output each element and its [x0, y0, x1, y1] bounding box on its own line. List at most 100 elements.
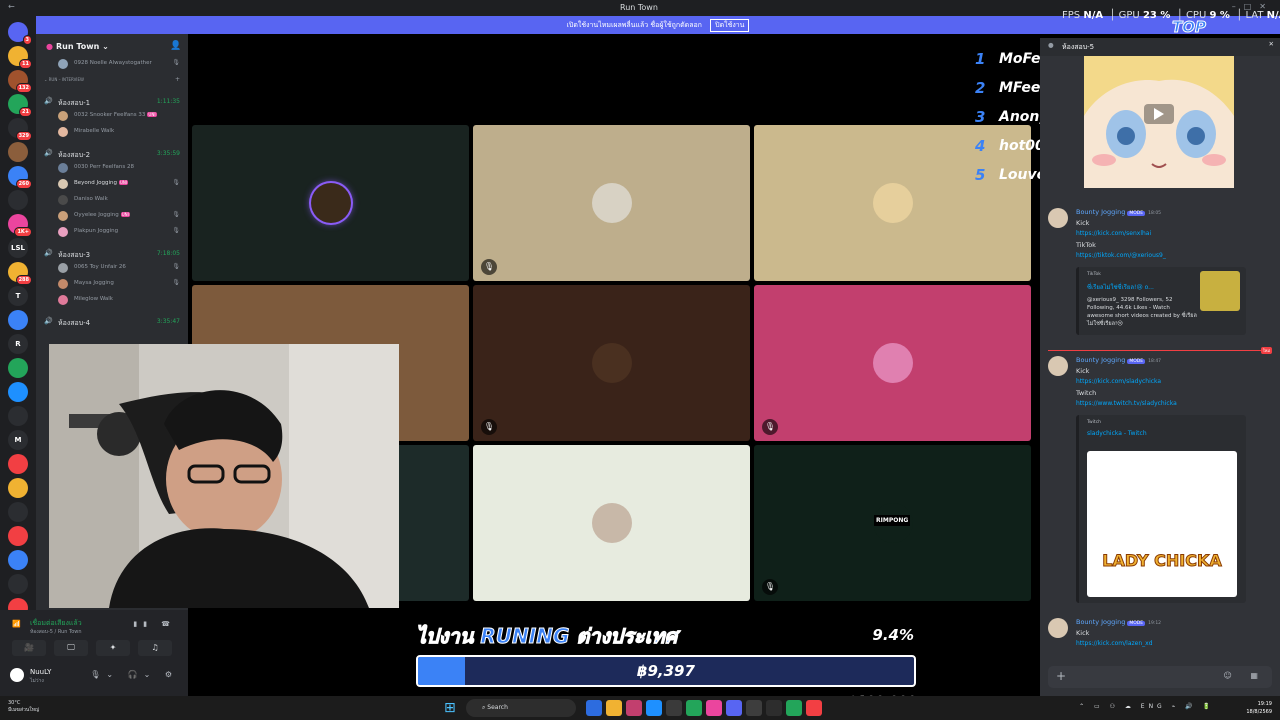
voice-user[interactable]: Mirabelle Walk: [36, 126, 188, 138]
steam-icon[interactable]: [746, 700, 762, 716]
channel-category[interactable]: ⌄ RUN – INTERVIEW +: [36, 74, 188, 86]
file-explorer-icon[interactable]: [606, 700, 622, 716]
message-link[interactable]: https://kick.com/sladychicka: [1076, 378, 1161, 385]
avatar[interactable]: [1048, 618, 1068, 638]
voice-location[interactable]: ห้องสอบ-5 / Run Town: [30, 628, 82, 636]
avatar[interactable]: [1048, 356, 1068, 376]
app-icon-3[interactable]: [686, 700, 702, 716]
close-icon[interactable]: ✕: [1269, 40, 1274, 48]
server-icon[interactable]: [8, 382, 28, 402]
voice-user[interactable]: Plakpun Jogging 🎙: [36, 226, 188, 238]
voice-user[interactable]: 0928 Noelle Alwaystogather 🎙: [36, 58, 188, 70]
embed-title[interactable]: ซี่เรียลไม่ใช่ซี่เรียล!😢 o...: [1087, 282, 1154, 292]
camera-button[interactable]: 🎥: [12, 640, 46, 656]
edge-icon[interactable]: [646, 700, 662, 716]
app-icon-2[interactable]: [666, 700, 682, 716]
embed-thumbnail[interactable]: [1200, 271, 1240, 311]
voice-user[interactable]: 0032 Snooker Feelfans 33 UNI: [36, 110, 188, 122]
embed-image[interactable]: LADY CHICKA: [1087, 451, 1237, 597]
message-link[interactable]: https://www.twitch.tv/sladychicka: [1076, 400, 1177, 407]
app-icon-5[interactable]: [766, 700, 782, 716]
voice-user[interactable]: Beyond Jogging UNI 🎙: [36, 178, 188, 190]
server-icon[interactable]: 132: [8, 70, 32, 93]
server-badge: 260: [15, 179, 32, 189]
server-icon[interactable]: [8, 454, 28, 474]
donor-rank: 3: [975, 108, 986, 126]
app-icon-4[interactable]: [706, 700, 722, 716]
server-icon[interactable]: 21: [8, 94, 32, 117]
server-icon[interactable]: M: [8, 430, 28, 450]
server-icon[interactable]: [8, 310, 28, 330]
server-icon[interactable]: R: [8, 334, 28, 354]
server-icon-label: T: [15, 292, 21, 300]
search-box[interactable]: ⌕ Search: [466, 699, 576, 717]
server-icon[interactable]: 329: [8, 118, 32, 141]
server-icon[interactable]: [8, 478, 28, 498]
server-icon[interactable]: [8, 526, 28, 546]
server-icon[interactable]: LSL: [8, 238, 28, 258]
voice-channel[interactable]: 🔊 ห้องสอบ-1 1:11:35: [36, 96, 188, 108]
video-tile[interactable]: [473, 445, 750, 601]
server-icon[interactable]: [8, 190, 28, 210]
activities-button[interactable]: ✦: [96, 640, 130, 656]
avatar[interactable]: [1048, 208, 1068, 228]
message-link[interactable]: https://kick.com/lazen_xd: [1076, 640, 1153, 647]
banner-dismiss-button[interactable]: ปิดใช้งาน: [710, 19, 750, 32]
app-icon[interactable]: [626, 700, 642, 716]
clock[interactable]: 19:19 18/8/2569: [1246, 700, 1272, 716]
avatar[interactable]: [10, 668, 24, 682]
server-icon[interactable]: T: [8, 286, 28, 306]
voice-channel[interactable]: 🔊 ห้องสอบ-2 3:35:59: [36, 148, 188, 160]
voice-user[interactable]: Daniso Walk: [36, 194, 188, 206]
voice-user[interactable]: Maysa Jogging 🎙: [36, 278, 188, 290]
weather-widget[interactable]: 30°C มีเมฆส่วนใหญ่: [8, 700, 39, 714]
embed-title[interactable]: sladychicka - Twitch: [1087, 430, 1147, 437]
disconnect-icon[interactable]: ▮▮ ☎: [133, 620, 176, 628]
server-icon[interactable]: 11: [8, 46, 32, 69]
server-icon[interactable]: [8, 550, 28, 570]
soundboard-button[interactable]: ♫: [138, 640, 172, 656]
message-link[interactable]: https://kick.com/senxlhai: [1076, 230, 1151, 237]
server-icon[interactable]: 288: [8, 262, 32, 285]
chat-input[interactable]: + ☺ ▦: [1048, 666, 1272, 688]
emoji-icon[interactable]: ☺ ▦: [1224, 671, 1266, 680]
voice-user[interactable]: 0030 Perr Feelfans 28: [36, 162, 188, 174]
message-author[interactable]: Bounty Jogging MODE 19:12: [1076, 618, 1161, 626]
back-icon[interactable]: ←: [8, 2, 15, 11]
server-icon[interactable]: [8, 142, 28, 162]
server-icon[interactable]: [8, 406, 28, 426]
server-rail: 3 11 132 21 329 260 1K+ LSL 288 T R M: [0, 16, 36, 696]
system-tray[interactable]: ⌃ ▭ ⚇ ☁ ENG ⌁ 🔊 🔋: [1079, 703, 1214, 710]
participant-avatar: [310, 183, 351, 223]
copilot-icon[interactable]: [586, 700, 602, 716]
discord-taskbar-icon[interactable]: [726, 700, 742, 716]
video-tile[interactable]: 🎙: [754, 285, 1031, 441]
user-controls[interactable]: 🎙⌄ 🎧⌄ ⚙: [90, 670, 178, 679]
video-tile[interactable]: RIMPONG 🎙: [754, 445, 1031, 601]
voice-user[interactable]: 0065 Toy Unfair 26 🎙: [36, 262, 188, 274]
voice-user[interactable]: Oyyelee Jogging UNI 🎙: [36, 210, 188, 222]
app-icon-6[interactable]: [786, 700, 802, 716]
video-tile[interactable]: [192, 125, 469, 281]
message-link[interactable]: https://tiktok.com/@xerious9_: [1076, 252, 1166, 259]
chrome-icon[interactable]: [806, 700, 822, 716]
server-icon[interactable]: 3: [8, 22, 32, 45]
message-author[interactable]: Bounty Jogging MODE 18:47: [1076, 356, 1161, 364]
server-name[interactable]: ● Run Town ⌄: [46, 42, 109, 51]
row-label: Beyond Jogging: [74, 180, 117, 186]
server-icon[interactable]: [8, 574, 28, 594]
message-author[interactable]: Bounty Jogging MODE 18:05: [1076, 208, 1161, 216]
voice-channel[interactable]: 🔊 ห้องสอบ-3 7:18:05: [36, 248, 188, 260]
voice-user[interactable]: Mileglow Walk: [36, 294, 188, 306]
server-icon[interactable]: [8, 358, 28, 378]
server-icon[interactable]: 1K+: [8, 214, 32, 237]
video-tile[interactable]: 🎙: [473, 285, 750, 441]
add-attachment-icon[interactable]: +: [1056, 669, 1066, 683]
voice-channel[interactable]: 🔊 ห้องสอบ-4 3:35:47: [36, 316, 188, 328]
screenshare-button[interactable]: 🖵: [54, 640, 88, 656]
start-icon[interactable]: ⊞: [444, 700, 460, 716]
add-member-icon[interactable]: 👤: [170, 41, 181, 51]
video-tile[interactable]: 🎙: [473, 125, 750, 281]
server-icon[interactable]: 260: [8, 166, 32, 189]
server-icon[interactable]: [8, 502, 28, 522]
